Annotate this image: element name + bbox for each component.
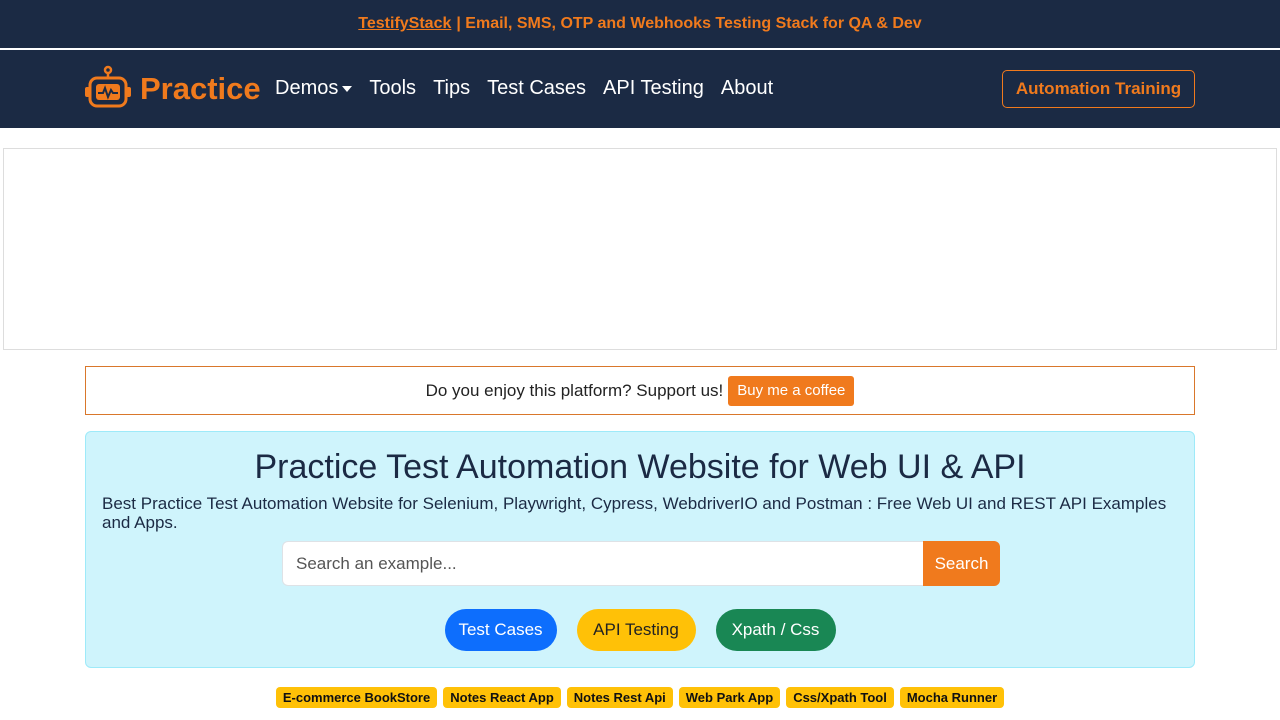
ad-placeholder <box>3 148 1277 350</box>
nav-links: Demos Tools Tips Test Cases API Testing … <box>275 77 790 100</box>
automation-training-button[interactable]: Automation Training <box>1002 70 1195 108</box>
tag-notes-rest-api[interactable]: Notes Rest Api <box>566 687 673 708</box>
nav-api-testing[interactable]: API Testing <box>603 77 704 100</box>
tag-notes-react-app[interactable]: Notes React App <box>443 687 561 708</box>
tag-web-park-app[interactable]: Web Park App <box>678 687 781 708</box>
testifystack-link[interactable]: TestifyStack <box>358 15 451 33</box>
support-text: Do you enjoy this platform? Support us! <box>425 380 724 400</box>
test-cases-pill[interactable]: Test Cases <box>444 609 557 651</box>
nav-test-cases[interactable]: Test Cases <box>487 77 586 100</box>
hero-section: Practice Test Automation Website for Web… <box>85 431 1195 668</box>
brand-name: Practice <box>140 71 261 106</box>
caret-down-icon <box>342 85 353 92</box>
brand-logo-link[interactable]: Practice <box>84 65 261 113</box>
tag-css-xpath-tool[interactable]: Css/Xpath Tool <box>786 687 894 708</box>
app-tags: E-commerce BookStore Notes React App Not… <box>0 687 1280 708</box>
promo-text: | Email, SMS, OTP and Webhooks Testing S… <box>456 15 922 32</box>
search-button[interactable]: Search <box>923 541 1000 586</box>
robot-icon <box>85 65 131 108</box>
nav-tools[interactable]: Tools <box>369 77 416 100</box>
support-banner: Do you enjoy this platform? Support us! … <box>85 366 1195 415</box>
page-subtitle: Best Practice Test Automation Website fo… <box>102 494 1167 532</box>
nav-about[interactable]: About <box>721 77 773 100</box>
tag-mocha-runner[interactable]: Mocha Runner <box>899 687 1005 708</box>
page-title: Practice Test Automation Website for Web… <box>254 448 1026 486</box>
search-input[interactable] <box>282 541 923 586</box>
quick-links: Test Cases API Testing Xpath / Css <box>86 609 1194 651</box>
tag-ecommerce-bookstore[interactable]: E-commerce BookStore <box>275 687 438 708</box>
promo-bar: TestifyStack | Email, SMS, OTP and Webho… <box>0 0 1280 48</box>
nav-demos-dropdown[interactable]: Demos <box>275 77 353 100</box>
nav-tips[interactable]: Tips <box>433 77 470 100</box>
search-group: Search <box>282 541 1000 586</box>
api-testing-pill[interactable]: API Testing <box>576 609 696 651</box>
nav-demos-label: Demos <box>275 77 339 99</box>
xpath-css-pill[interactable]: Xpath / Css <box>715 609 836 651</box>
buy-coffee-button[interactable]: Buy me a coffee <box>728 375 855 406</box>
main-navbar: Practice Demos Tools Tips Test Cases API… <box>0 50 1280 128</box>
